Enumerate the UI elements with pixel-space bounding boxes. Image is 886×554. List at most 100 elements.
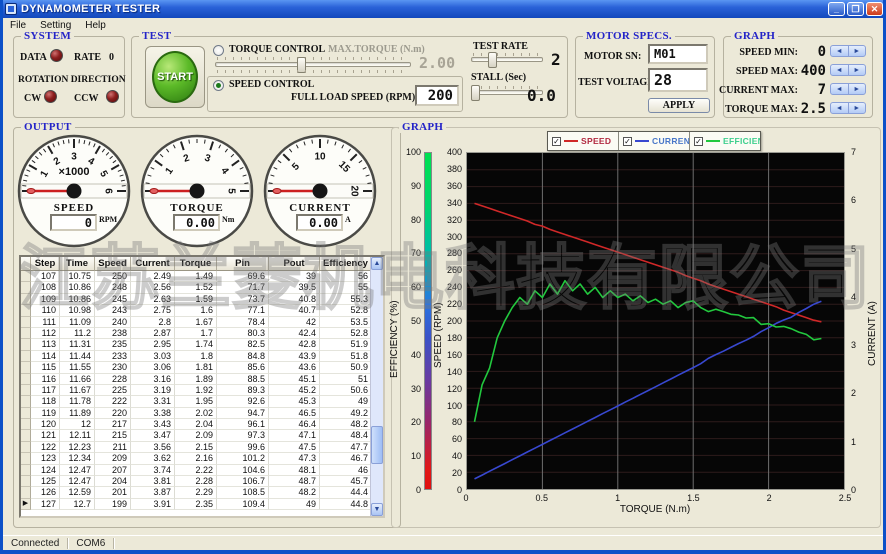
- start-button[interactable]: START: [145, 46, 205, 108]
- menu-file[interactable]: File: [3, 20, 33, 31]
- menu-help[interactable]: Help: [78, 20, 113, 31]
- efficiency-checkbox[interactable]: ✓: [694, 137, 703, 146]
- row-selector[interactable]: [21, 305, 31, 316]
- table-cell: 3.74: [131, 465, 175, 476]
- torque-control-radio[interactable]: [213, 45, 224, 56]
- table-row[interactable]: 12312.342093.622.16101.247.346.7: [21, 453, 383, 464]
- row-selector[interactable]: [21, 328, 31, 339]
- row-selector[interactable]: [21, 362, 31, 373]
- row-selector[interactable]: [21, 419, 31, 430]
- speed-checkbox[interactable]: ✓: [552, 137, 561, 146]
- scroll-down-button[interactable]: ▼: [371, 503, 383, 516]
- test-voltage-label: TEST VOLTAGE:: [578, 77, 657, 88]
- table-body[interactable]: 10710.752502.491.4969.6395610810.862482.…: [21, 271, 383, 510]
- current-gauge-name: CURRENT: [262, 202, 378, 214]
- table-row[interactable]: 10810.862482.561.5271.739.555: [21, 282, 383, 293]
- column-header-torque[interactable]: Torque: [175, 257, 217, 271]
- torque-max-spinner[interactable]: ◄►: [830, 102, 866, 114]
- tick-label: 220: [447, 299, 462, 309]
- current-checkbox[interactable]: ✓: [623, 137, 632, 146]
- row-selector[interactable]: [21, 385, 31, 396]
- test-rate-slider[interactable]: [471, 53, 543, 67]
- table-row[interactable]: 11010.982432.751.677.140.752.8: [21, 305, 383, 316]
- row-selector[interactable]: [21, 374, 31, 385]
- table-cell: 2.02: [175, 408, 217, 419]
- row-selector[interactable]: [21, 408, 31, 419]
- table-cell: 40.7: [269, 305, 320, 316]
- row-selector[interactable]: [21, 442, 31, 453]
- stall-label: STALL (Sec): [471, 72, 526, 83]
- table-row[interactable]: 12212.232113.562.1599.647.547.7: [21, 442, 383, 453]
- table-row[interactable]: 10710.752502.491.4969.63956: [21, 271, 383, 282]
- table-row[interactable]: 10910.862452.631.5973.740.855.3: [21, 294, 383, 305]
- minimize-button[interactable]: _: [828, 2, 845, 16]
- apply-button[interactable]: APPLY: [648, 98, 710, 113]
- table-row[interactable]: 11911.892203.382.0294.746.549.2: [21, 408, 383, 419]
- row-selector[interactable]: [21, 453, 31, 464]
- graph-settings-caption: GRAPH: [731, 30, 778, 42]
- column-header-current[interactable]: Current: [131, 257, 175, 271]
- rate-label: RATE: [74, 52, 101, 63]
- table-row[interactable]: 12512.472043.812.28106.748.745.7: [21, 476, 383, 487]
- table-row[interactable]: 12412.472073.742.22104.648.146: [21, 465, 383, 476]
- row-selector[interactable]: ▶: [21, 499, 31, 510]
- speed-gauge-unit: RPM: [99, 215, 117, 224]
- table-row[interactable]: 11711.672253.191.9289.345.250.6: [21, 385, 383, 396]
- table-row[interactable]: 11411.442333.031.884.843.951.8: [21, 351, 383, 362]
- restore-button[interactable]: ❐: [847, 2, 864, 16]
- stall-slider-thumb[interactable]: [471, 85, 480, 101]
- table-row[interactable]: 11311.312352.951.7482.542.851.9: [21, 339, 383, 350]
- legend-current[interactable]: ✓ CURRENT: [619, 132, 690, 150]
- column-header-step[interactable]: Step: [31, 257, 60, 271]
- test-rate-slider-thumb[interactable]: [488, 52, 497, 68]
- table-cell: 1.8: [175, 351, 217, 362]
- row-selector[interactable]: [21, 282, 31, 293]
- table-row[interactable]: 11211.22382.871.780.342.452.8: [21, 328, 383, 339]
- row-selector[interactable]: [21, 294, 31, 305]
- column-header-pout[interactable]: Pout: [269, 257, 320, 271]
- full-load-speed-display[interactable]: 200: [415, 85, 459, 106]
- table-row[interactable]: 12612.592013.872.29108.548.244.4: [21, 487, 383, 498]
- results-table[interactable]: StepTimeSpeedCurrentTorquePinPoutEfficie…: [19, 255, 385, 518]
- legend-speed[interactable]: ✓ SPEED: [548, 132, 619, 150]
- table-row[interactable]: 120122173.432.0496.146.448.2: [21, 419, 383, 430]
- column-header-speed[interactable]: Speed: [95, 257, 131, 271]
- test-voltage-input[interactable]: 28: [648, 68, 708, 92]
- speed-min-spinner[interactable]: ◄►: [830, 45, 866, 57]
- speed-max-spinner[interactable]: ◄►: [830, 64, 866, 76]
- column-header-efficiency[interactable]: Efficiency: [320, 257, 372, 271]
- row-selector[interactable]: [21, 317, 31, 328]
- current-max-spinner[interactable]: ◄►: [830, 83, 866, 95]
- table-row[interactable]: 11111.092402.81.6778.44253.5: [21, 317, 383, 328]
- row-selector[interactable]: [21, 271, 31, 282]
- column-header-pin[interactable]: Pin: [217, 257, 269, 271]
- row-selector[interactable]: [21, 476, 31, 487]
- tick-label: 50: [411, 316, 421, 326]
- column-header-time[interactable]: Time: [60, 257, 95, 271]
- table-scrollbar[interactable]: ▲ ▼: [370, 257, 383, 516]
- scroll-thumb[interactable]: [371, 426, 383, 464]
- tick-label: 0: [851, 485, 867, 495]
- svg-text:20: 20: [348, 185, 359, 197]
- table-row[interactable]: ▶12712.71993.912.35109.44944.8: [21, 499, 383, 510]
- title-bar[interactable]: DYNAMOMETER TESTER _ ❐ ✕: [0, 0, 886, 18]
- row-selector[interactable]: [21, 396, 31, 407]
- row-selector[interactable]: [21, 487, 31, 498]
- max-torque-slider[interactable]: [215, 57, 411, 73]
- table-row[interactable]: 11611.662283.161.8988.545.151: [21, 374, 383, 385]
- speed-control-radio[interactable]: [213, 80, 224, 91]
- row-selector[interactable]: [21, 430, 31, 441]
- row-selector[interactable]: [21, 339, 31, 350]
- table-row[interactable]: 11811.782223.311.9592.645.349: [21, 396, 383, 407]
- row-selector[interactable]: [21, 351, 31, 362]
- table-cell: 3.81: [131, 476, 175, 487]
- table-row[interactable]: 11511.552303.061.8185.643.650.9: [21, 362, 383, 373]
- table-cell: 43.6: [269, 362, 320, 373]
- close-button[interactable]: ✕: [866, 2, 883, 16]
- menu-setting[interactable]: Setting: [33, 20, 78, 31]
- motor-sn-input[interactable]: M01: [648, 44, 708, 64]
- table-row[interactable]: 12112.112153.472.0997.347.148.4: [21, 430, 383, 441]
- legend-efficiency[interactable]: ✓ EFFICIENCY: [690, 132, 760, 150]
- scroll-up-button[interactable]: ▲: [371, 257, 383, 270]
- row-selector[interactable]: [21, 465, 31, 476]
